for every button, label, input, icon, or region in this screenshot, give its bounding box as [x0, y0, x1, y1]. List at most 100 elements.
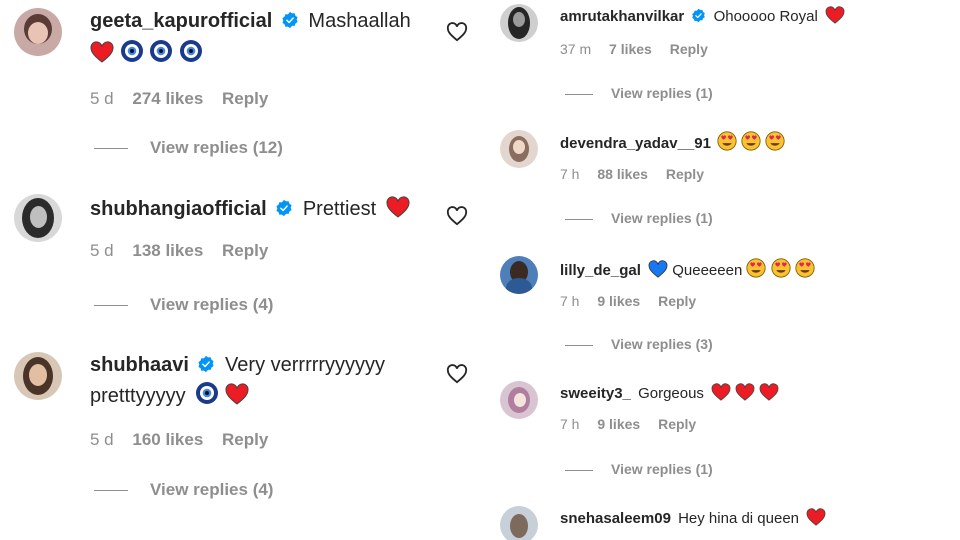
- view-replies-button[interactable]: View replies (3): [565, 336, 713, 352]
- view-replies-label: View replies (1): [611, 85, 713, 101]
- comment-age: 7 h: [560, 293, 580, 309]
- blue-heart-emoji: [648, 260, 668, 278]
- like-heart-icon[interactable]: [446, 22, 468, 42]
- nazar-amulet-emoji: [120, 40, 143, 62]
- likes-count[interactable]: 138 likes: [132, 241, 203, 261]
- verified-badge-icon: [276, 199, 292, 217]
- comment-item: devendra_yadav__91 7 h 88 likes Reply Vi…: [490, 125, 960, 250]
- comment-username[interactable]: snehasaleem09: [560, 510, 671, 527]
- comment-age: 7 h: [560, 416, 580, 432]
- red-heart-emoji: [225, 383, 249, 405]
- comment-username[interactable]: shubhangiaofficial: [90, 198, 267, 220]
- reply-button[interactable]: Reply: [222, 430, 268, 450]
- view-replies-label: View replies (1): [611, 461, 713, 477]
- comments-panel-left: geeta_kapurofficial Mashaallah 5 d 274 l…: [0, 0, 480, 540]
- divider-dash: [94, 490, 128, 492]
- red-heart-emoji: [711, 383, 731, 401]
- verified-badge-icon: [282, 11, 298, 29]
- divider-dash: [565, 93, 593, 95]
- heart-eyes-emoji: [741, 131, 761, 151]
- nazar-amulet-emoji: [150, 40, 173, 62]
- view-replies-button[interactable]: View replies (1): [565, 210, 713, 226]
- red-heart-emoji: [760, 383, 779, 401]
- view-replies-label: View replies (4): [150, 295, 274, 314]
- comment-age: 5 d: [90, 241, 114, 260]
- comment-line-2: pretttyyyyy: [90, 381, 432, 408]
- avatar[interactable]: [500, 506, 538, 540]
- comment-age: 5 d: [90, 89, 114, 108]
- red-heart-emoji: [90, 41, 114, 63]
- comment-meta: 5 d 138 likes Reply: [90, 241, 432, 261]
- divider-dash: [565, 218, 593, 220]
- comment-age: 5 d: [90, 430, 114, 449]
- comment-username[interactable]: devendra_yadav__91: [560, 135, 711, 152]
- heart-eyes-emoji: [746, 258, 767, 278]
- comment-meta: 37 m 7 likes Reply: [560, 41, 950, 57]
- comment-item: shubhaavi Very verrrrryyyyyy pretttyyyyy…: [0, 340, 480, 540]
- avatar[interactable]: [14, 194, 62, 242]
- likes-count[interactable]: 9 likes: [597, 416, 640, 432]
- view-replies-button[interactable]: View replies (4): [94, 295, 273, 315]
- comment-line: shubhaavi Very verrrrryyyyyy: [90, 354, 432, 377]
- comment-username[interactable]: lilly_de_gal: [560, 262, 641, 279]
- heart-eyes-emoji: [771, 258, 791, 278]
- verified-badge-icon: [692, 8, 706, 23]
- likes-count[interactable]: 9 likes: [597, 293, 640, 309]
- likes-count[interactable]: 7 likes: [609, 41, 652, 57]
- comment-emoji-line: [90, 39, 432, 65]
- likes-count[interactable]: 160 likes: [132, 430, 203, 450]
- comment-item: sweeity3_ Gorgeous 7 h 9 likes Reply Vie…: [490, 376, 960, 500]
- comment-line: devendra_yadav__91: [560, 131, 950, 152]
- comment-text: Ohooooo Royal: [713, 8, 818, 25]
- red-heart-emoji: [735, 383, 755, 401]
- view-replies-button[interactable]: View replies (4): [94, 480, 273, 500]
- divider-dash: [565, 344, 593, 346]
- nazar-amulet-emoji: [179, 40, 202, 62]
- reply-button[interactable]: Reply: [222, 241, 268, 261]
- comment-username[interactable]: amrutakhanvilkar: [560, 8, 684, 25]
- likes-count[interactable]: 274 likes: [132, 89, 203, 109]
- comment-meta: 5 d 160 likes Reply: [90, 430, 432, 450]
- comment-text: Mashaallah: [308, 10, 411, 32]
- divider-dash: [94, 305, 128, 307]
- reply-button[interactable]: Reply: [222, 89, 268, 109]
- comment-line: geeta_kapurofficial Mashaallah: [90, 10, 432, 33]
- verified-badge-icon: [198, 355, 215, 373]
- comment-item: shubhangiaofficial Prettiest 5 d 138 lik…: [0, 180, 480, 340]
- comment-line: snehasaleem09 Hey hina di queen: [560, 508, 950, 527]
- heart-eyes-emoji: [717, 131, 737, 151]
- view-replies-label: View replies (4): [150, 480, 274, 499]
- reply-button[interactable]: Reply: [670, 41, 708, 57]
- avatar[interactable]: [500, 381, 538, 419]
- comment-username[interactable]: shubhaavi: [90, 354, 189, 376]
- comment-age: 37 m: [560, 41, 592, 57]
- comment-age: 7 h: [560, 166, 580, 182]
- view-replies-label: View replies (1): [611, 210, 713, 226]
- comments-panel-right: amrutakhanvilkar Ohooooo Royal 37 m 7 li…: [490, 0, 960, 540]
- comment-username[interactable]: sweeity3_: [560, 385, 631, 402]
- red-heart-emoji: [386, 196, 410, 218]
- like-heart-icon[interactable]: [446, 206, 468, 226]
- like-heart-icon[interactable]: [446, 364, 468, 384]
- avatar[interactable]: [500, 130, 538, 168]
- comment-line: shubhangiaofficial Prettiest: [90, 196, 432, 221]
- view-replies-label: View replies (3): [611, 336, 713, 352]
- comment-item: geeta_kapurofficial Mashaallah 5 d 274 l…: [0, 0, 480, 170]
- red-heart-emoji: [825, 6, 845, 24]
- reply-button[interactable]: Reply: [658, 416, 696, 432]
- reply-button[interactable]: Reply: [658, 293, 696, 309]
- avatar[interactable]: [14, 8, 62, 56]
- comment-meta: 7 h 9 likes Reply: [560, 416, 950, 432]
- view-replies-button[interactable]: View replies (12): [94, 138, 283, 158]
- comment-meta: 7 h 88 likes Reply: [560, 166, 950, 182]
- avatar[interactable]: [500, 256, 538, 294]
- comment-item: snehasaleem09 Hey hina di queen: [490, 501, 960, 540]
- comment-text: Queeeeen: [672, 262, 743, 279]
- comment-username[interactable]: geeta_kapurofficial: [90, 10, 272, 32]
- reply-button[interactable]: Reply: [666, 166, 704, 182]
- likes-count[interactable]: 88 likes: [597, 166, 648, 182]
- avatar[interactable]: [14, 352, 62, 400]
- view-replies-button[interactable]: View replies (1): [565, 85, 713, 101]
- avatar[interactable]: [500, 4, 538, 42]
- view-replies-button[interactable]: View replies (1): [565, 461, 713, 477]
